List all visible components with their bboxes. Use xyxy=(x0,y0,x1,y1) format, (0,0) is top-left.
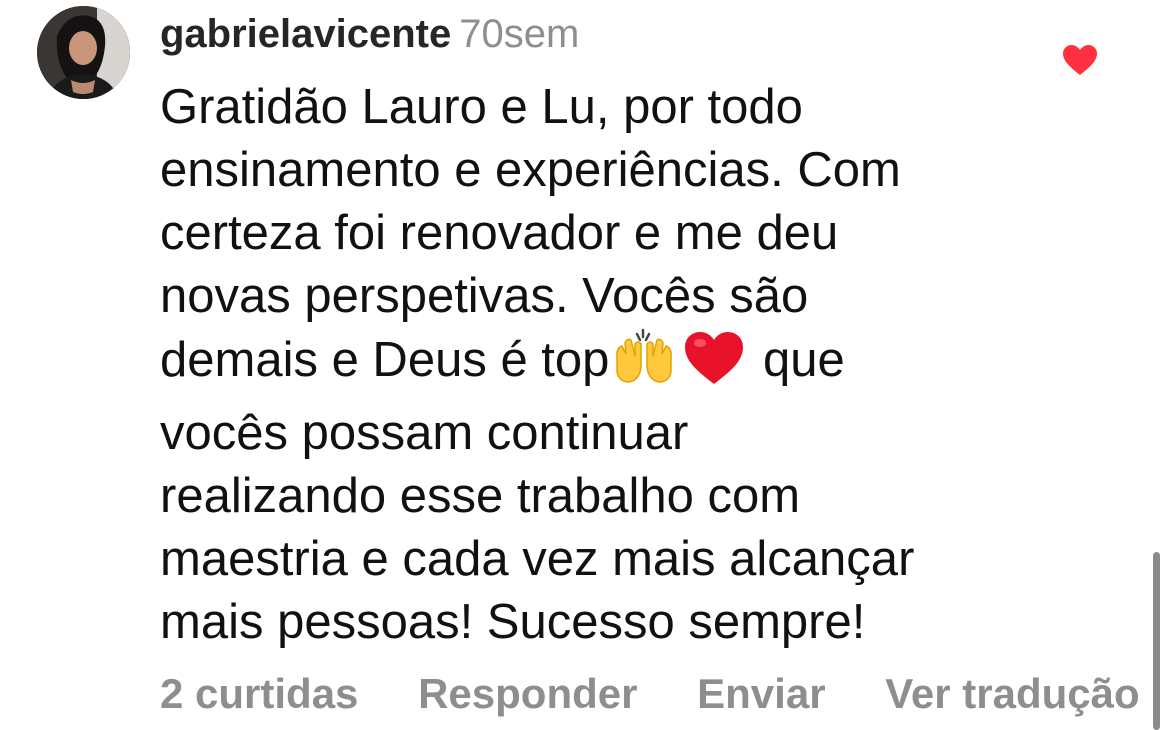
comment-line-part: que xyxy=(763,333,845,387)
avatar[interactable] xyxy=(37,6,130,99)
comment-line: mais pessoas! Sucesso sempre! xyxy=(160,595,866,649)
comment-line: certeza foi renovador e me deu xyxy=(160,206,839,260)
comment-header: gabrielavicente 70sem xyxy=(160,10,579,58)
comment-item: gabrielavicente 70sem Gratidão Lauro e Lu… xyxy=(0,0,1170,730)
scrollbar[interactable] xyxy=(1153,552,1160,730)
username[interactable]: gabrielavicente xyxy=(160,12,451,56)
comment-line: Gratidão Lauro e Lu, por todo xyxy=(160,80,803,134)
timestamp: 70sem xyxy=(459,12,580,56)
comment-line: demais e Deus é top que xyxy=(160,328,1040,402)
comment-line: realizando esse trabalho com xyxy=(160,469,801,523)
red-heart-emoji xyxy=(683,330,745,402)
see-translation-button[interactable]: Ver tradução xyxy=(885,668,1139,720)
comment-line: maestria e cada vez mais alcançar xyxy=(160,532,915,586)
avatar-photo xyxy=(37,6,130,99)
comment-line: ensinamento e experiências. Com xyxy=(160,143,901,197)
raising-hands-emoji xyxy=(613,328,675,402)
comment-line: novas perspetivas. Vocês são xyxy=(160,269,809,323)
heart-icon[interactable] xyxy=(1062,44,1098,76)
reply-button[interactable]: Responder xyxy=(418,668,637,720)
send-button[interactable]: Enviar xyxy=(697,668,825,720)
comment-line: vocês possam continuar xyxy=(160,406,689,460)
comment-actions: 2 curtidas Responder Enviar Ver tradução xyxy=(160,668,1170,720)
likes-count-link[interactable]: 2 curtidas xyxy=(160,668,358,720)
comment-line-part: demais e Deus é top xyxy=(160,333,610,387)
comment-text: Gratidão Lauro e Lu, por todo ensinament… xyxy=(160,76,1040,654)
